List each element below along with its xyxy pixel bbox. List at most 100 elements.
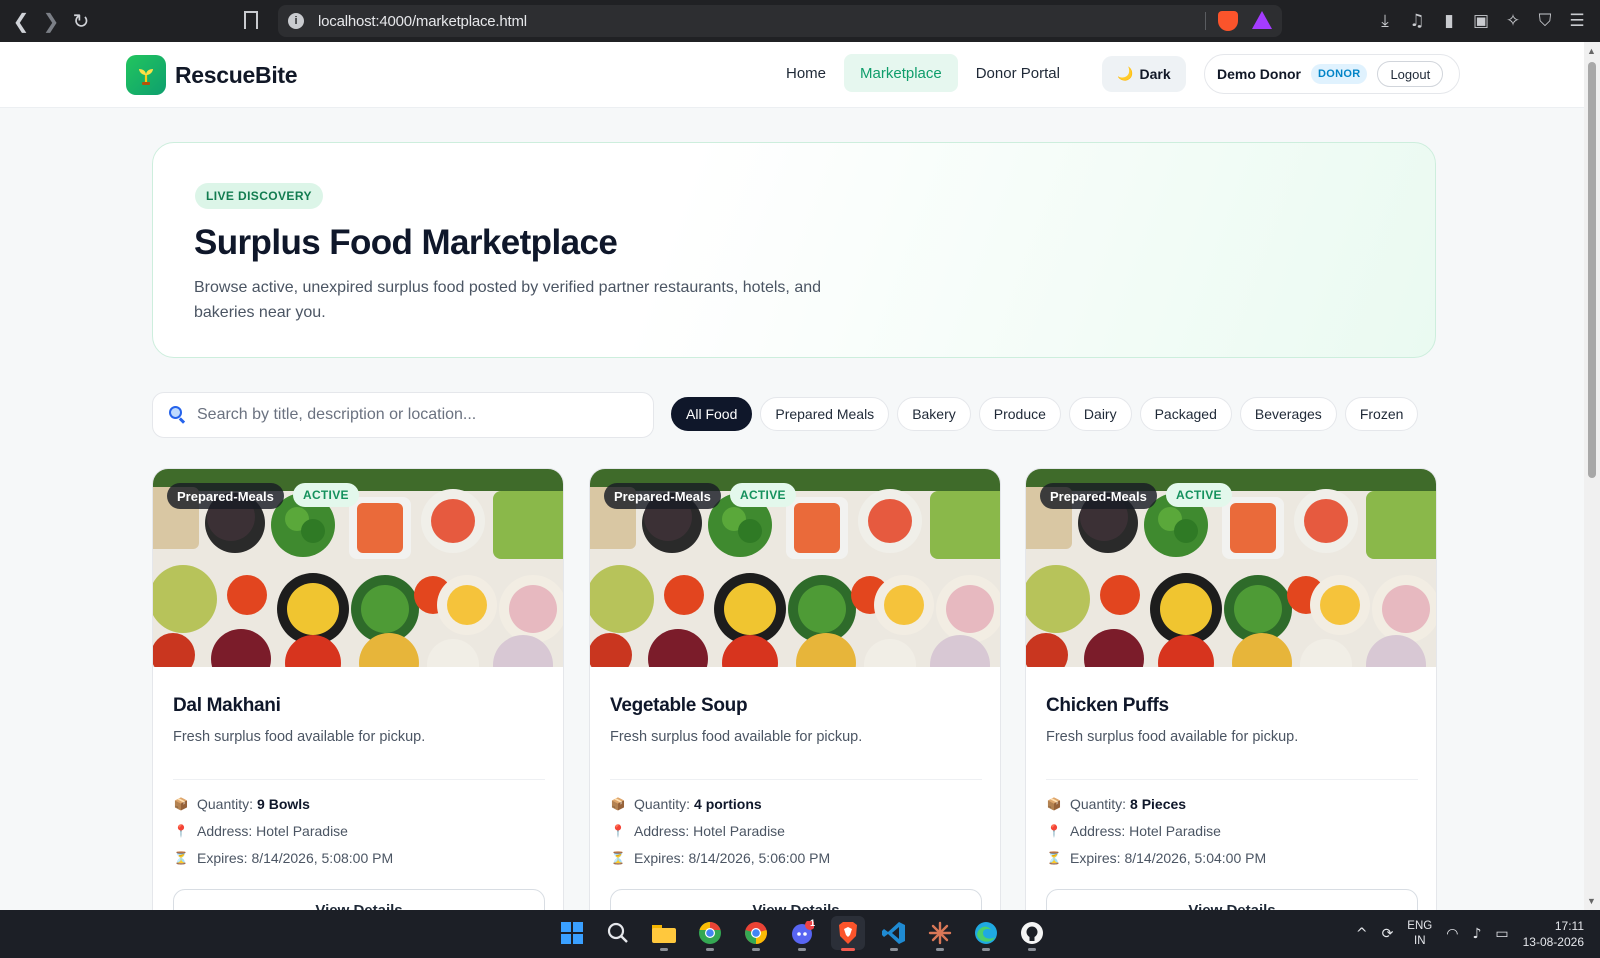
logout-button[interactable]: Logout xyxy=(1377,61,1444,87)
discord-notification-badge: 1 xyxy=(810,918,816,928)
scroll-down-icon[interactable]: ▼ xyxy=(1587,896,1596,906)
quantity-value: 9 Bowls xyxy=(257,796,310,812)
quantity-row: 📦 Quantity: 9 Bowls xyxy=(173,796,310,812)
volume-icon[interactable]: ♪ xyxy=(1472,926,1481,942)
hourglass-icon: ⏳ xyxy=(1046,851,1062,865)
page-scrollbar[interactable]: ▲ ▼ xyxy=(1584,42,1600,910)
lang-code: ENG xyxy=(1407,920,1433,932)
filter-all-food[interactable]: All Food xyxy=(671,397,753,431)
claude-icon[interactable] xyxy=(923,916,957,951)
page-description: Browse active, unexpired surplus food po… xyxy=(194,279,822,321)
quantity-value: 8 Pieces xyxy=(1130,796,1187,812)
clock[interactable]: 17:11 13-08-2026 xyxy=(1523,918,1584,950)
search-input[interactable] xyxy=(197,406,637,424)
brand-name[interactable]: RescueBite xyxy=(175,62,298,89)
theme-toggle-label: Dark xyxy=(1139,66,1171,82)
edge-icon[interactable] xyxy=(969,916,1003,951)
expires-text: Expires: 8/14/2026, 5:08:00 PM xyxy=(197,850,394,866)
wifi-icon[interactable]: ◠ xyxy=(1446,926,1458,942)
filter-dairy[interactable]: Dairy xyxy=(1068,397,1132,431)
brave-rewards-icon[interactable] xyxy=(1252,11,1272,29)
chrome-profile-icon[interactable] xyxy=(693,916,727,951)
file-explorer-icon[interactable] xyxy=(647,916,681,951)
discord-icon[interactable]: 1 xyxy=(785,916,819,951)
status-badge: ACTIVE xyxy=(730,483,796,507)
back-icon[interactable]: ❮ xyxy=(6,6,36,36)
url-text[interactable]: localhost:4000/marketplace.html xyxy=(318,13,527,30)
language-indicator[interactable]: ENG IN xyxy=(1407,919,1432,949)
address-bar[interactable]: i localhost:4000/marketplace.html xyxy=(278,5,1282,37)
battery-icon[interactable]: ▭ xyxy=(1495,926,1508,942)
card-title: Dal Makhani xyxy=(173,695,281,716)
filter-prepared-meals[interactable]: Prepared Meals xyxy=(760,397,890,431)
browser-toolbar: ❮ ❯ ↻ i localhost:4000/marketplace.html … xyxy=(0,0,1600,42)
quantity-label: Quantity: xyxy=(1070,796,1127,812)
pin-icon: 📍 xyxy=(610,824,626,838)
nav-donor-portal[interactable]: Donor Portal xyxy=(960,54,1076,92)
main-nav: Home Marketplace Donor Portal xyxy=(770,54,1078,92)
logo-icon[interactable] xyxy=(126,55,166,95)
sidebar-icon[interactable]: ▮ xyxy=(1438,10,1460,32)
scroll-thumb[interactable] xyxy=(1588,62,1596,478)
forward-icon[interactable]: ❯ xyxy=(36,6,66,36)
filter-bakery[interactable]: Bakery xyxy=(897,397,971,431)
search-icon xyxy=(169,406,187,424)
reload-icon[interactable]: ↻ xyxy=(66,6,96,36)
category-badge: Prepared-Meals xyxy=(604,483,721,509)
food-card[interactable]: Prepared-Meals ACTIVE Chicken Puffs Fres… xyxy=(1025,468,1437,928)
vpn-icon[interactable]: ⛉ xyxy=(1534,10,1556,32)
address-row: 📍 Address: Hotel Paradise xyxy=(173,823,348,839)
menu-icon[interactable]: ☰ xyxy=(1566,10,1588,32)
media-icon[interactable]: ♫ xyxy=(1406,10,1428,32)
brave-browser-icon[interactable] xyxy=(831,916,865,951)
wallet-icon[interactable]: ▣ xyxy=(1470,10,1492,32)
live-discovery-badge: LIVE DISCOVERY xyxy=(195,183,323,209)
role-badge: DONOR xyxy=(1311,64,1368,84)
clock-date: 13-08-2026 xyxy=(1522,935,1584,949)
status-badge: ACTIVE xyxy=(1166,483,1232,507)
moon-icon: 🌙 xyxy=(1117,66,1134,82)
scroll-up-icon[interactable]: ▲ xyxy=(1587,46,1596,56)
expires-text: Expires: 8/14/2026, 5:04:00 PM xyxy=(1070,850,1267,866)
os-taskbar: 1 ^ ⟳ ENG IN ◠ ♪ ▭ 17:11 13-08-2026 xyxy=(0,910,1600,958)
quantity-row: 📦 Quantity: 8 Pieces xyxy=(1046,796,1187,812)
bookmark-icon[interactable] xyxy=(244,11,258,29)
windows-start-icon[interactable] xyxy=(555,916,589,950)
address-text: Address: Hotel Paradise xyxy=(1070,823,1221,839)
quantity-label: Quantity: xyxy=(634,796,691,812)
sync-icon[interactable]: ⟳ xyxy=(1382,926,1394,942)
expires-row: ⏳ Expires: 8/14/2026, 5:08:00 PM xyxy=(173,850,394,866)
food-card[interactable]: Prepared-Meals ACTIVE Dal Makhani Fresh … xyxy=(152,468,564,928)
card-image[interactable]: Prepared-Meals ACTIVE xyxy=(153,469,563,667)
chevron-up-icon[interactable]: ^ xyxy=(1356,926,1368,942)
status-badge: ACTIVE xyxy=(293,483,359,507)
download-icon[interactable]: ⤓ xyxy=(1374,10,1396,32)
nav-marketplace[interactable]: Marketplace xyxy=(844,54,958,92)
leo-ai-icon[interactable]: ✧ xyxy=(1502,10,1524,32)
github-icon[interactable] xyxy=(1015,916,1049,951)
food-card[interactable]: Prepared-Meals ACTIVE Vegetable Soup Fre… xyxy=(589,468,1001,928)
user-menu: Demo Donor DONOR Logout xyxy=(1204,54,1460,94)
vscode-icon[interactable] xyxy=(877,916,911,951)
card-image[interactable]: Prepared-Meals ACTIVE xyxy=(590,469,1000,667)
category-filters: All Food Prepared Meals Bakery Produce D… xyxy=(671,397,1419,431)
brave-shields-icon[interactable] xyxy=(1218,11,1238,31)
package-icon: 📦 xyxy=(173,797,189,811)
system-tray: ^ ⟳ ENG IN ◠ ♪ ▭ 17:11 13-08-2026 xyxy=(1356,910,1584,958)
site-info-icon[interactable]: i xyxy=(288,13,304,29)
sprout-icon xyxy=(139,69,153,85)
card-description: Fresh surplus food available for pickup. xyxy=(610,729,863,745)
nav-home[interactable]: Home xyxy=(770,54,842,92)
filter-produce[interactable]: Produce xyxy=(978,397,1061,431)
theme-toggle-button[interactable]: 🌙 Dark xyxy=(1102,56,1186,92)
expires-row: ⏳ Expires: 8/14/2026, 5:06:00 PM xyxy=(610,850,831,866)
address-text: Address: Hotel Paradise xyxy=(634,823,785,839)
filter-beverages[interactable]: Beverages xyxy=(1239,397,1337,431)
card-image[interactable]: Prepared-Meals ACTIVE xyxy=(1026,469,1436,667)
expires-row: ⏳ Expires: 8/14/2026, 5:04:00 PM xyxy=(1046,850,1267,866)
chrome-icon[interactable] xyxy=(739,916,773,951)
filter-packaged[interactable]: Packaged xyxy=(1139,397,1232,431)
quantity-value: 4 portions xyxy=(694,796,762,812)
filter-frozen[interactable]: Frozen xyxy=(1344,397,1419,431)
search-taskbar-icon[interactable] xyxy=(601,916,635,950)
